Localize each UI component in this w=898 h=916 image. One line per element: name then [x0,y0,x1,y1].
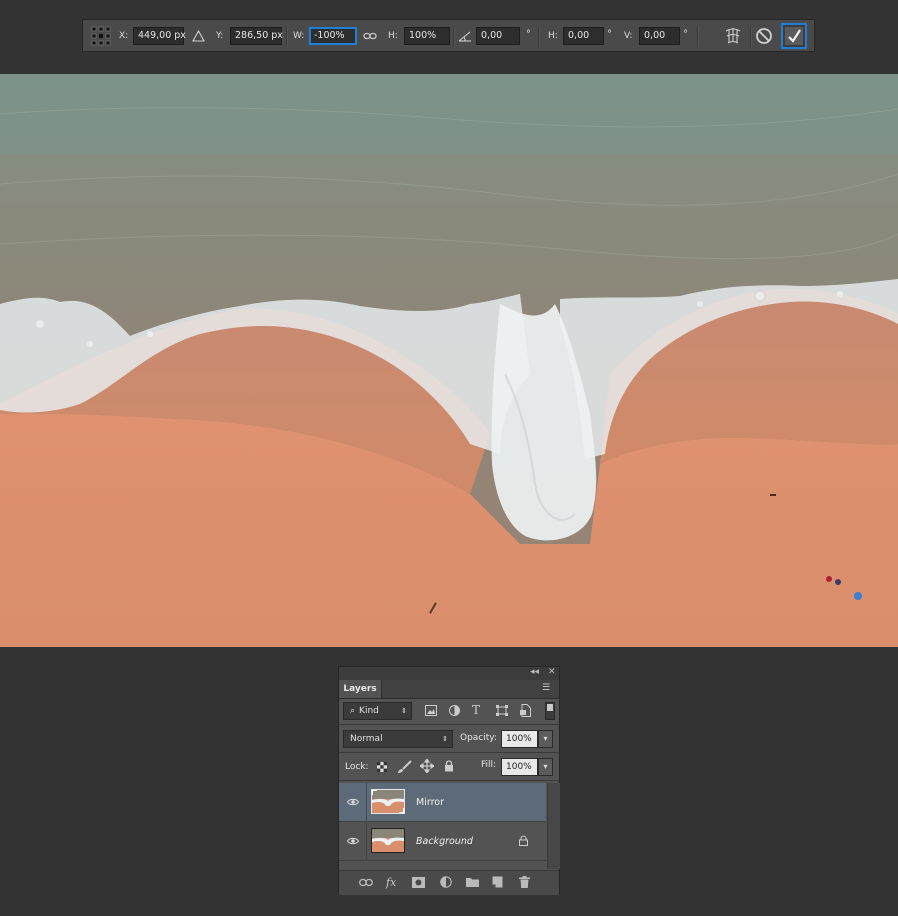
filter-pixel-layers-icon[interactable] [425,705,437,716]
width-field[interactable]: -100% [309,27,357,45]
panel-tab-row: Layers ☰ [339,680,559,699]
skew-vertical-field[interactable]: 0,00 [639,27,680,45]
filter-kind-select[interactable]: ⌕ Kind ⇕ [343,702,412,720]
divider [453,26,455,47]
fill-label: Fill: [481,760,497,770]
new-group-folder-icon[interactable] [466,877,479,887]
layer-row-mirror[interactable]: Mirror [339,783,546,822]
opacity-field[interactable]: 100% [501,730,538,748]
height-label: H: [388,31,398,41]
skew-horizontal-label: H: [548,31,558,41]
fill-field[interactable]: 100% [501,758,538,776]
chevron-updown-icon: ⇕ [401,707,407,715]
y-position-field[interactable]: 286,50 px [230,27,283,45]
divider [697,26,699,47]
divider [538,26,540,47]
link-layers-icon[interactable] [359,878,373,887]
visibility-eye-icon[interactable] [347,796,359,808]
collapse-panel-icon[interactable]: ◂◂ [530,667,539,677]
filter-kind-value: Kind [359,706,379,716]
lock-all-icon[interactable] [444,760,454,772]
canvas-image[interactable] [0,74,898,647]
visibility-eye-icon[interactable] [347,835,359,847]
skew-vertical-label: V: [624,31,633,41]
x-position-field[interactable]: 449,00 px [133,27,186,45]
layers-panel: ◂◂ ✕ Layers ☰ ⌕ Kind ⇕ T Normal ⇕ Opacity… [338,666,560,895]
blend-mode-value: Normal [350,734,383,744]
cancel-transform-icon[interactable] [755,27,773,45]
divider [750,26,752,47]
blend-mode-select[interactable]: Normal ⇕ [343,730,453,748]
filter-toggle-switch[interactable] [545,702,555,720]
y-label: Y: [216,31,224,41]
width-label: W: [293,31,305,41]
lock-image-pixels-brush-icon[interactable] [397,760,412,774]
new-layer-icon[interactable] [492,876,503,888]
degree-symbol: ° [683,29,688,40]
chevron-updown-icon: ⇕ [442,735,448,743]
divider [339,780,559,781]
skew-horizontal-field[interactable]: 0,00 [563,27,604,45]
layer-style-fx-icon[interactable]: fx [386,876,396,889]
filter-smart-objects-icon[interactable] [520,704,531,717]
transform-options-bar: X: 449,00 px Y: 286,50 px W: -100% H: 10… [82,19,815,52]
tab-layers[interactable]: Layers [339,680,382,698]
fill-dropdown-button[interactable]: ▾ [538,758,553,776]
new-adjustment-layer-icon[interactable] [440,876,452,888]
layers-scrollbar[interactable] [547,783,560,869]
layer-lock-icon [519,835,528,846]
filter-type-layers-icon[interactable]: T [472,703,480,717]
layer-list: Mirror Background [339,783,560,869]
reference-point-grid-icon[interactable] [91,26,111,46]
height-field[interactable]: 100% [404,27,450,45]
degree-symbol: ° [607,29,612,40]
layer-row-background[interactable]: Background [339,822,546,861]
add-layer-mask-icon[interactable] [412,877,425,888]
beach-aerial-photo [0,74,898,647]
divider [286,26,288,47]
divider [339,724,559,725]
panel-titlebar[interactable]: ◂◂ ✕ [339,667,559,680]
panel-menu-icon[interactable]: ☰ [542,683,550,693]
filter-shape-layers-icon[interactable] [496,705,508,716]
delete-layer-trash-icon[interactable] [519,876,530,888]
lock-label: Lock: [345,762,369,772]
layers-bottom-toolbar: fx [339,870,559,895]
x-label: X: [119,31,129,41]
filter-adjustment-layers-icon[interactable] [449,705,460,716]
layer-name[interactable]: Background [416,836,473,847]
layer-name[interactable]: Mirror [416,797,444,808]
link-constrain-icon[interactable] [363,30,377,42]
lock-position-move-icon[interactable] [420,759,434,773]
search-icon: ⌕ [350,706,356,716]
layer-thumbnail [371,789,405,814]
commit-transform-icon [785,27,803,45]
opacity-dropdown-button[interactable]: ▾ [538,730,553,748]
rotate-field[interactable]: 0,00 [476,27,520,45]
divider [339,752,559,753]
degree-symbol: ° [526,29,531,40]
close-panel-icon[interactable]: ✕ [548,667,556,677]
rotate-angle-icon [458,31,471,42]
lock-transparent-pixels-icon[interactable] [377,762,387,772]
relative-position-triangle-icon[interactable] [192,30,205,42]
layer-thumbnail [371,828,405,853]
opacity-label: Opacity: [460,733,497,743]
commit-transform-button[interactable] [781,23,807,49]
warp-mode-icon[interactable] [723,26,743,46]
